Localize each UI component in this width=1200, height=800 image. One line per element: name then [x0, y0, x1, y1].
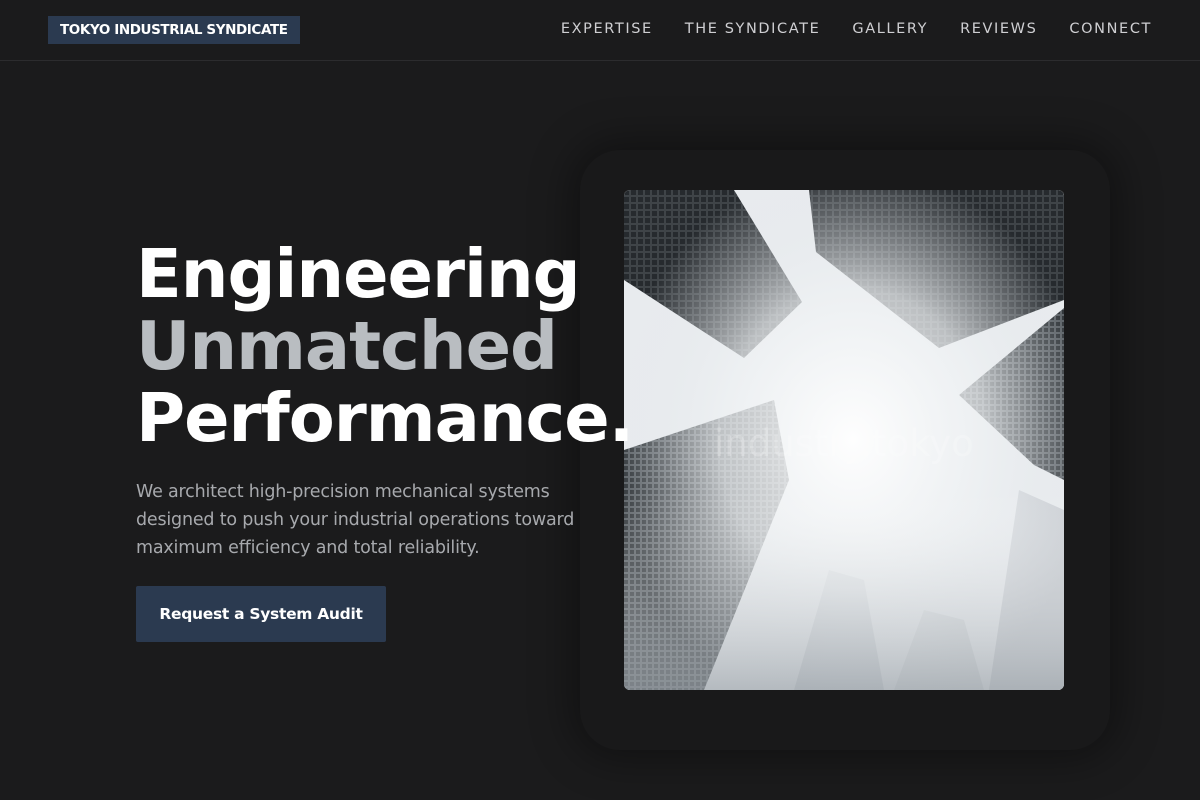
nav-link-gallery[interactable]: GALLERY: [852, 19, 928, 39]
image-watermark: industry.tokyo: [714, 422, 974, 465]
nav-link-reviews[interactable]: REVIEWS: [960, 19, 1037, 39]
hero-description: We architect high-precision mechanical s…: [136, 482, 575, 558]
brand-logo[interactable]: TOKYO INDUSTRIAL SYNDICATE: [48, 16, 300, 44]
nav-link-the-syndicate[interactable]: THE SYNDICATE: [685, 19, 821, 39]
headline-line-1: Engineering: [136, 235, 581, 313]
request-audit-button[interactable]: Request a System Audit: [136, 586, 386, 642]
hero-image: industry.tokyo: [624, 190, 1064, 690]
nav-link-expertise[interactable]: EXPERTISE: [561, 19, 653, 39]
headline-line-3: Performance.: [136, 379, 634, 457]
hero-headline: Engineering Unmatched Performance.: [136, 235, 634, 457]
headline-line-2: Unmatched: [136, 307, 558, 385]
site-header: TOKYO INDUSTRIAL SYNDICATE EXPERTISE THE…: [0, 0, 1200, 61]
main-nav: EXPERTISE THE SYNDICATE GALLERY REVIEWS …: [561, 19, 1152, 39]
nav-link-connect[interactable]: CONNECT: [1069, 19, 1152, 39]
